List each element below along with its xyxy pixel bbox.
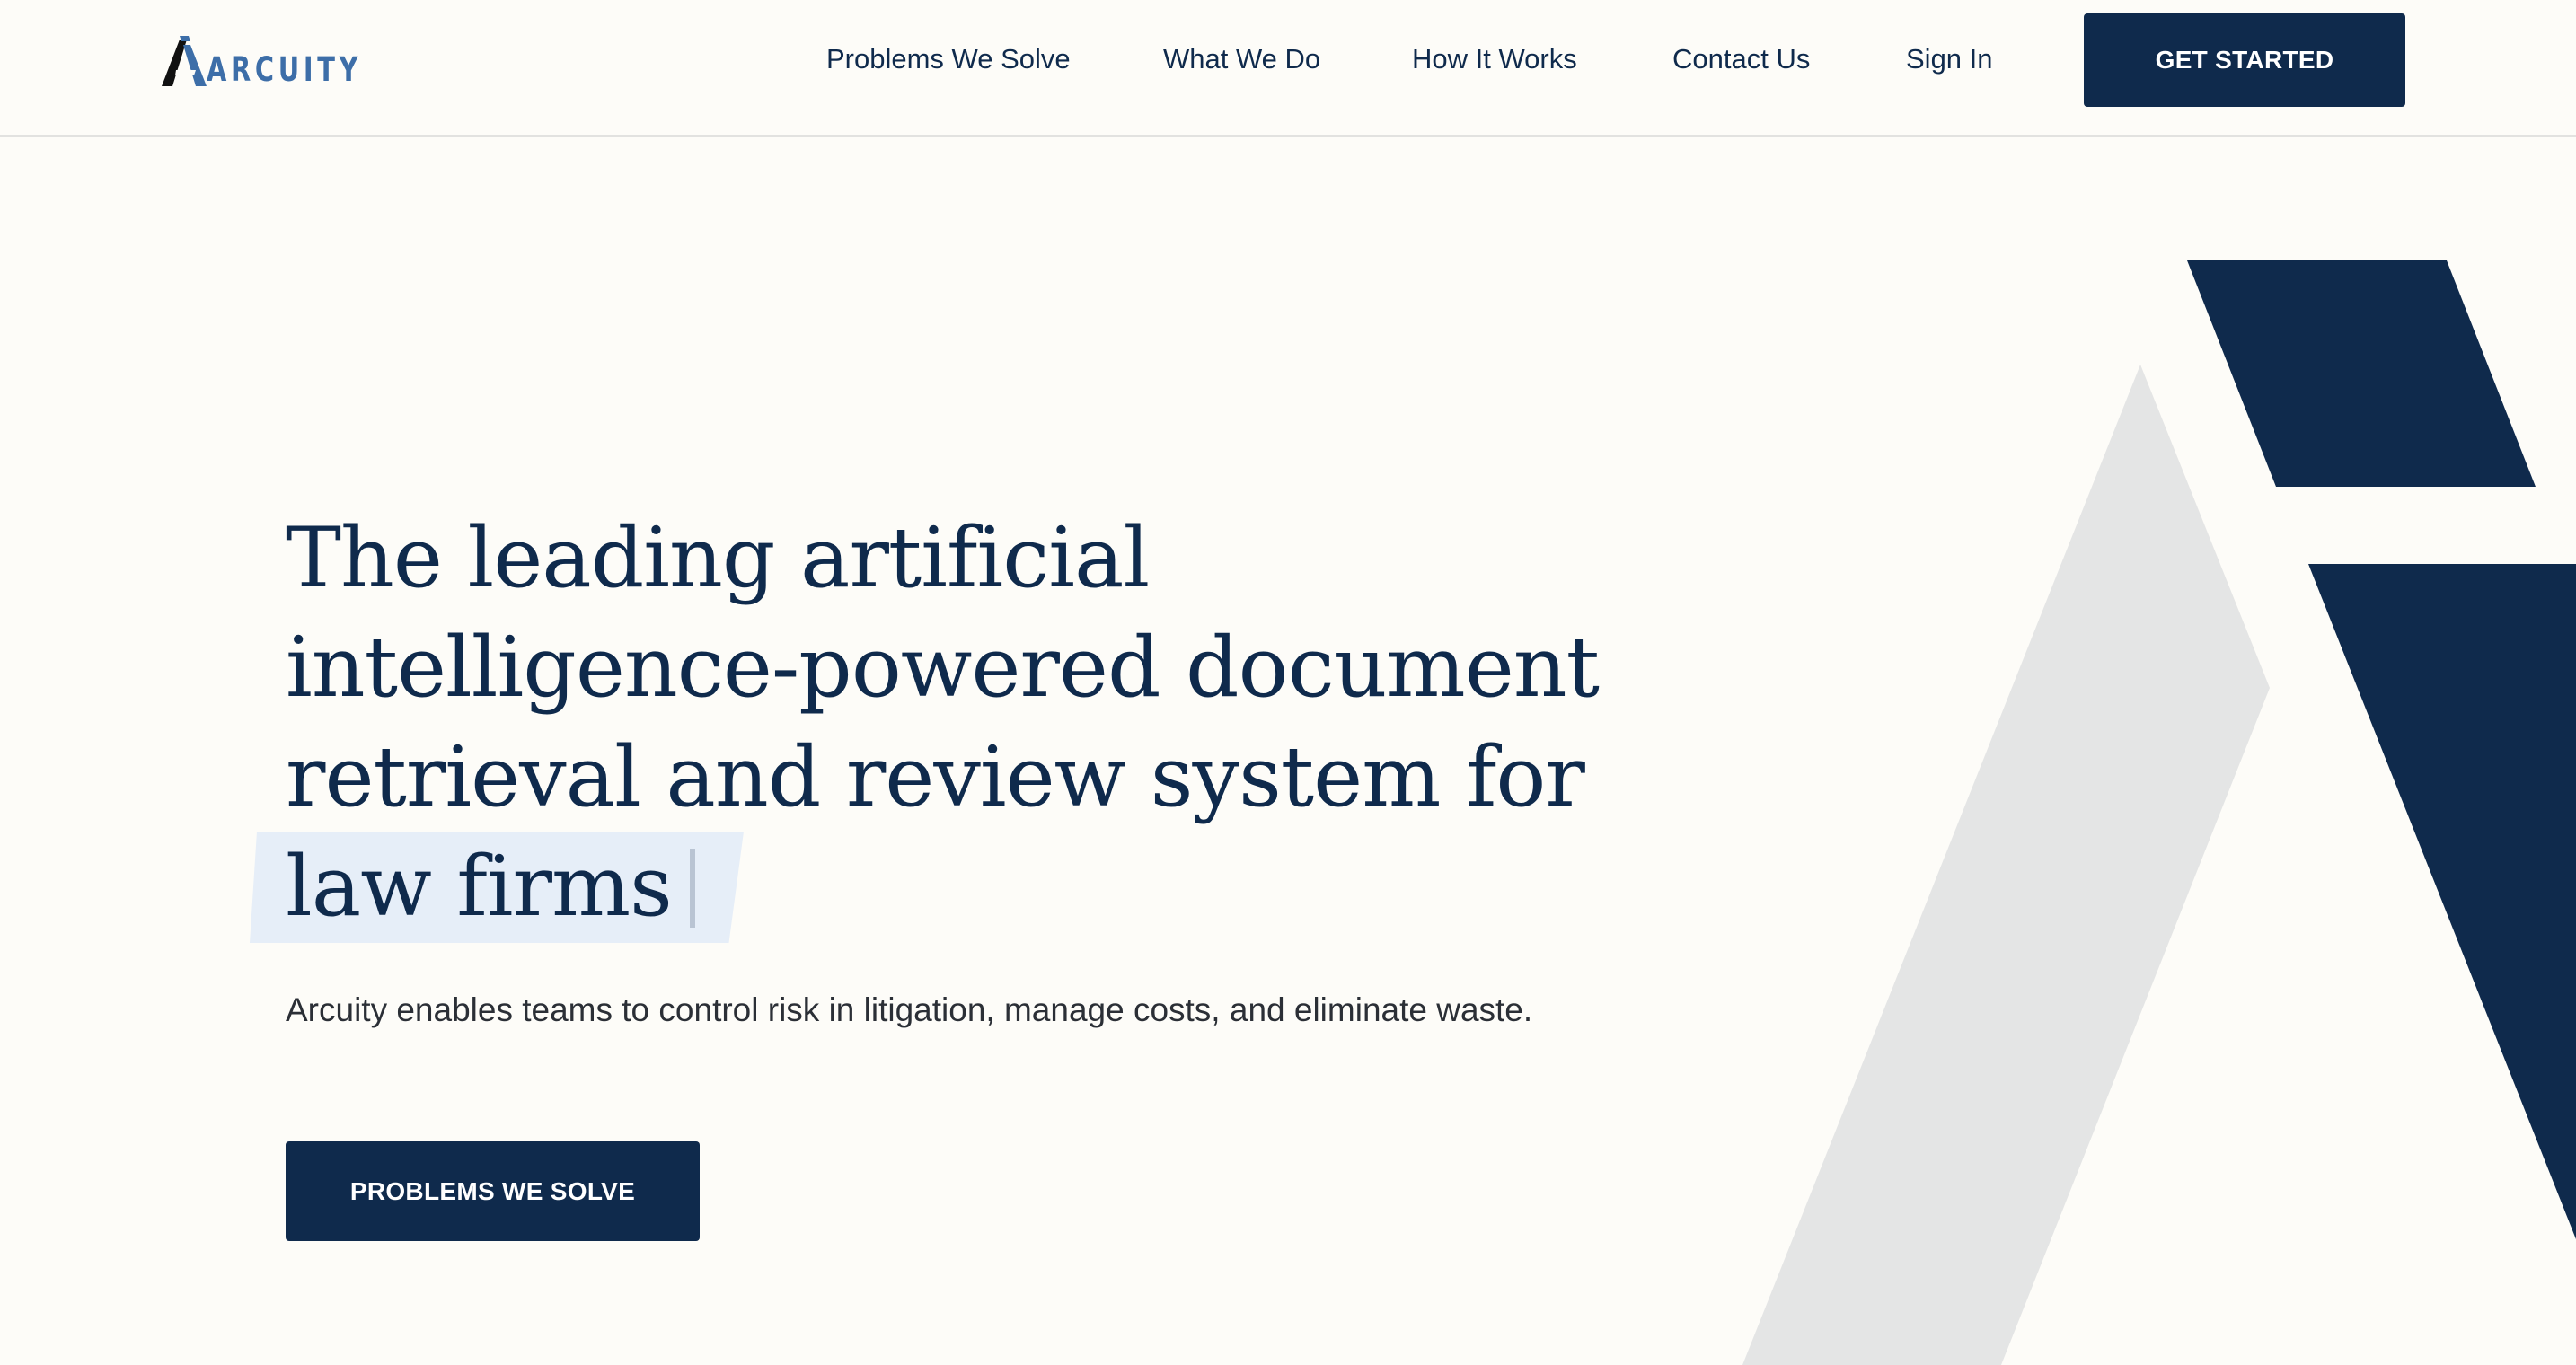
brand-name: ARCUITY: [207, 50, 363, 89]
hero-heading: The leading artificial intelligence-powe…: [250, 503, 1600, 943]
typing-cursor: [689, 849, 695, 928]
nav-what-we-do[interactable]: What We Do: [1163, 41, 1320, 77]
hero-heading-line-2: intelligence-powered document: [286, 619, 1600, 716]
nav-sign-in[interactable]: Sign In: [1906, 41, 1993, 77]
hero-deco-navy-top-shape: [2187, 260, 2536, 487]
hero-heading-line-1: The leading artificial: [286, 509, 1150, 606]
nav-how-it-works[interactable]: How It Works: [1412, 41, 1577, 77]
nav-contact-us[interactable]: Contact Us: [1672, 41, 1810, 77]
hero-highlight-text: law firms: [286, 838, 673, 935]
hero-subtitle: Arcuity enables teams to control risk in…: [286, 991, 1533, 1028]
arcuity-a-logo-icon: [162, 36, 207, 86]
nav-problems-we-solve[interactable]: Problems We Solve: [826, 41, 1071, 77]
get-started-button[interactable]: GET STARTED: [2084, 13, 2405, 107]
hero-highlight: law firms: [250, 832, 744, 943]
hero-deco-gray-shape: [1742, 365, 2270, 1365]
hero-heading-line-3: retrieval and review system for: [286, 728, 1585, 825]
hero-section: The leading artificial intelligence-powe…: [250, 503, 1600, 943]
problems-we-solve-button[interactable]: PROBLEMS WE SOLVE: [286, 1141, 700, 1241]
site-header: ARCUITY Problems We Solve What We Do How…: [0, 0, 2576, 136]
hero-deco-navy-bottom-shape: [2308, 564, 2576, 1239]
brand-logo[interactable]: ARCUITY: [160, 32, 406, 88]
